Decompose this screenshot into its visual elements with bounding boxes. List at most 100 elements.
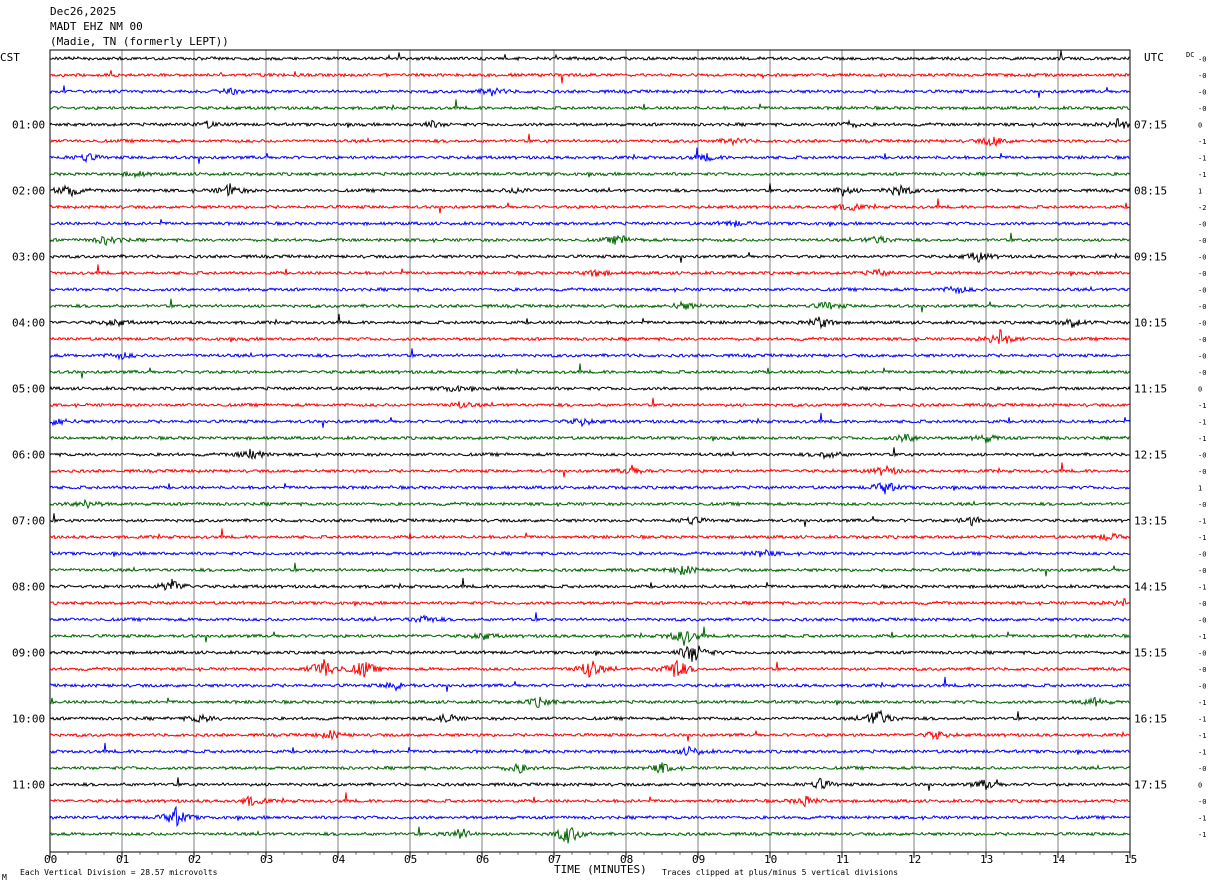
trace-line: [49, 597, 1131, 607]
trace-line: [49, 198, 1131, 214]
trace-line: [49, 397, 1131, 409]
trace-line: [49, 183, 1131, 198]
trace-line: [49, 528, 1131, 542]
dc-offset-label: -0: [1198, 254, 1206, 262]
right-hour-label: 08:15: [1134, 185, 1167, 198]
x-tick-label: 00: [44, 853, 57, 866]
trace-line: [49, 659, 1131, 679]
dc-offset-label: -1: [1198, 534, 1206, 542]
dc-label: DC: [1186, 51, 1194, 59]
trace-line: [49, 313, 1131, 330]
trace-line: [49, 805, 1131, 828]
dc-offset-label: -0: [1198, 617, 1206, 625]
trace-line: [50, 252, 1131, 263]
left-hour-label: 08:00: [12, 581, 45, 594]
dc-offset-label: -1: [1198, 732, 1206, 740]
right-timezone-label: UTC: [1144, 51, 1164, 64]
left-hour-label: 07:00: [12, 515, 45, 528]
trace-line: [49, 513, 1131, 527]
x-tick-label: 13: [980, 853, 993, 866]
trace-line: [49, 433, 1131, 444]
clipping-note: Traces clipped at plus/minus 5 vertical …: [662, 868, 898, 877]
trace-line: [49, 298, 1131, 313]
dc-offset-label: -0: [1198, 105, 1206, 113]
dc-offset-label: -0: [1198, 551, 1206, 559]
dc-offset-label: -2: [1198, 204, 1206, 212]
trace-line: [49, 447, 1131, 461]
header-station: MADT EHZ NM 00: [50, 20, 143, 33]
dc-offset-label: -0: [1198, 683, 1206, 691]
trace-line: [49, 99, 1130, 112]
vertical-division-note: Each Vertical Division = 28.57 microvolt…: [20, 868, 218, 877]
helicorder-chart: Dec26,2025 MADT EHZ NM 00 (Madie, TN (fo…: [0, 5, 1206, 882]
trace-line: [49, 762, 1131, 774]
dc-offset-label: -0: [1198, 237, 1206, 245]
x-tick-label: 04: [332, 853, 346, 866]
dc-offset-label: -0: [1198, 567, 1206, 575]
x-tick-label: 12: [908, 853, 921, 866]
left-hour-labels: 01:00 02:00 03:00 04:00 05:00 06:00 07:00 08:00…: [12, 119, 45, 792]
right-hour-label: 07:15: [1134, 119, 1167, 132]
dc-offset-label: 0: [1198, 122, 1202, 130]
trace-line: [49, 363, 1131, 379]
left-hour-label: 05:00: [12, 383, 45, 396]
x-tick-label: 14: [1052, 853, 1066, 866]
left-hour-label: 01:00: [12, 119, 45, 132]
trace-line: [49, 612, 1131, 624]
seismic-traces: [49, 50, 1131, 844]
trace-line: [49, 50, 1131, 62]
x-tick-label: 02: [188, 853, 201, 866]
dc-offset-label: -0: [1198, 303, 1206, 311]
dc-offset-label: -1: [1198, 699, 1206, 707]
trace-line: [49, 826, 1131, 844]
trace-line: [49, 626, 1131, 646]
trace-line: [49, 85, 1131, 98]
x-tick-label: 03: [260, 853, 273, 866]
dc-offset-label: -0: [1198, 270, 1206, 278]
x-tick-label: 10: [764, 853, 777, 866]
dc-offset-label: -1: [1198, 831, 1206, 839]
trace-line: [49, 285, 1131, 295]
trace-line: [49, 481, 1131, 495]
dc-offset-label: -0: [1198, 320, 1206, 328]
dc-offset-label: -1: [1198, 138, 1206, 146]
trace-line: [49, 147, 1131, 164]
right-hour-labels: 07:15 08:15 09:15 10:15 11:15 12:15 13:15 14:15…: [1134, 119, 1167, 792]
left-hour-label: 11:00: [12, 779, 45, 792]
dc-offset-label: -0: [1198, 89, 1206, 97]
x-tick-label: 11: [836, 853, 849, 866]
trace-line: [49, 264, 1131, 278]
dc-offset-label: -1: [1198, 155, 1206, 163]
trace-line: [49, 645, 1131, 662]
trace-line: [49, 219, 1131, 228]
dc-offset-label: 1: [1198, 485, 1202, 493]
dc-offset-label: -0: [1198, 369, 1206, 377]
dc-offset-label: -0: [1198, 600, 1206, 608]
dc-offset-label: -1: [1198, 749, 1206, 757]
dc-offset-label: -0: [1198, 765, 1206, 773]
trace-line: [49, 742, 1131, 757]
dc-offset-label: -1: [1198, 633, 1206, 641]
left-hour-label: 06:00: [12, 449, 45, 462]
trace-line: [49, 548, 1131, 558]
trace-line: [49, 118, 1131, 129]
trace-line: [49, 577, 1131, 592]
left-hour-label: 10:00: [12, 713, 45, 726]
trace-line: [49, 676, 1131, 692]
trace-line: [49, 498, 1131, 510]
dc-offset-label: -0: [1198, 452, 1206, 460]
right-hour-label: 14:15: [1134, 581, 1167, 594]
left-hour-label: 02:00: [12, 185, 45, 198]
dc-offset-label: -0: [1198, 287, 1206, 295]
trace-line: [49, 328, 1131, 345]
corner-mark: M: [2, 873, 7, 882]
left-timezone-label: CST: [0, 51, 20, 64]
dc-offset-label: -0: [1198, 56, 1206, 64]
x-tick-label: 09: [692, 853, 705, 866]
dc-offset-label: -0: [1198, 650, 1206, 658]
header-location: (Madie, TN (formerly LEPT)): [50, 35, 229, 48]
right-hour-label: 16:15: [1134, 713, 1167, 726]
trace-line: [49, 170, 1131, 179]
right-hour-label: 11:15: [1134, 383, 1167, 396]
dc-offset-label: -0: [1198, 72, 1206, 80]
